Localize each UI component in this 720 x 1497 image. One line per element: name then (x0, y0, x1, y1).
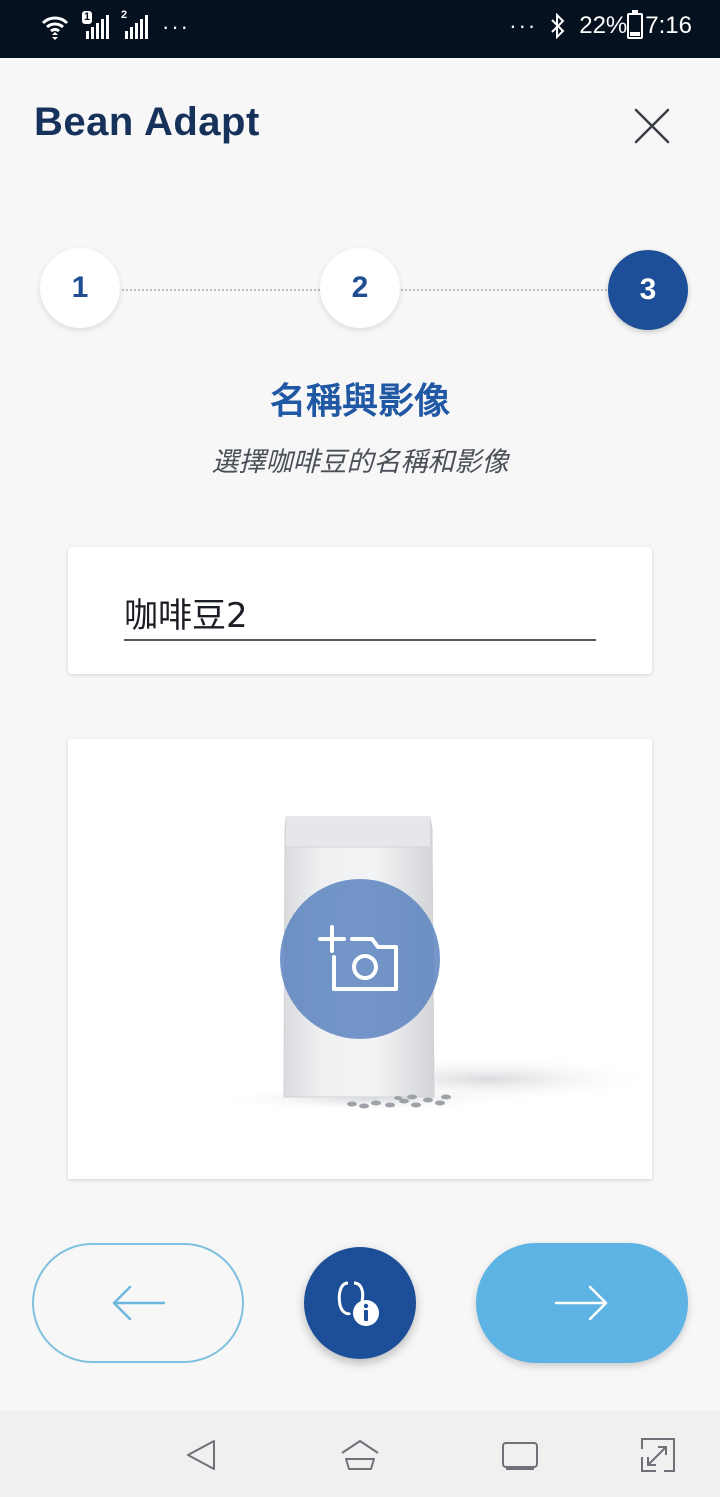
step-connector-1 (118, 289, 324, 291)
next-button[interactable] (476, 1243, 688, 1363)
bluetooth-icon (551, 13, 565, 39)
arrow-left-icon (112, 1285, 166, 1321)
add-photo-button[interactable] (280, 879, 440, 1039)
back-button[interactable] (32, 1243, 244, 1363)
close-button[interactable] (628, 102, 676, 150)
status-right: ··· 22% 7:16 (509, 10, 692, 40)
sim1-badge: 1 (82, 11, 93, 24)
bean-info-icon (337, 1281, 379, 1326)
signal-sim2-icon: 2 (121, 9, 148, 39)
battery-percent: 22% (579, 12, 628, 39)
home-icon (341, 1440, 379, 1470)
back-triangle-icon (187, 1440, 215, 1470)
name-card (68, 547, 652, 674)
system-back-button[interactable] (182, 1435, 222, 1475)
bean-name-input[interactable] (124, 585, 596, 641)
bean-info-button[interactable] (304, 1247, 416, 1359)
notification-overflow: ··· (162, 14, 190, 39)
battery-icon (627, 10, 644, 39)
wifi-icon (41, 16, 69, 40)
status-bar: 1 2 ··· ··· 22% 7:16 (0, 0, 720, 58)
app-title: Bean Adapt (34, 100, 260, 144)
clock: 7:16 (645, 12, 692, 39)
sim2-badge: 2 (121, 9, 128, 21)
bean-image-card[interactable] (68, 739, 652, 1179)
system-home-button[interactable] (340, 1435, 380, 1475)
system-screenshot-button[interactable] (638, 1435, 678, 1475)
screenshot-expand-icon (641, 1438, 675, 1472)
step-3-active: 3 (608, 250, 688, 330)
signal-sim1-icon: 1 (82, 11, 109, 39)
step-connector-2 (398, 289, 610, 291)
section-title: 名稱與影像 (269, 381, 450, 422)
status-left: 1 2 ··· (40, 9, 190, 42)
step-2: 2 (320, 248, 400, 328)
close-icon (634, 108, 670, 144)
step-1: 1 (40, 248, 120, 328)
recents-icon (502, 1442, 538, 1470)
status-overflow: ··· (509, 13, 538, 38)
arrow-right-icon (554, 1285, 608, 1321)
section-subtitle: 選擇咖啡豆的名稱和影像 (211, 447, 509, 478)
system-nav-bar (0, 1411, 720, 1497)
system-recents-button[interactable] (500, 1435, 540, 1475)
stepper: 1 2 3 (0, 246, 720, 330)
add-photo-icon (318, 925, 398, 991)
